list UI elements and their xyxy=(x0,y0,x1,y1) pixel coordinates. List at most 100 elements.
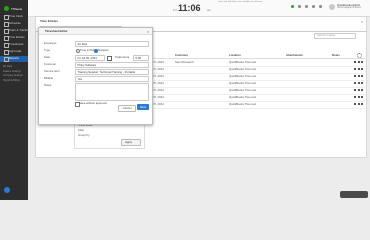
topbar: Jobs and Job Notes are available for all… xyxy=(28,0,370,17)
logo-icon xyxy=(4,6,9,11)
cancel-label: Cancel xyxy=(122,106,132,110)
column-header-attachments[interactable]: Attachments xyxy=(286,53,303,57)
sidebar-item-label: Timesheets xyxy=(9,42,24,47)
employee-label: Employee xyxy=(44,41,57,45)
edit-icon[interactable] xyxy=(354,96,356,99)
floating-toolbar[interactable] xyxy=(340,191,368,198)
table-row[interactable] xyxy=(141,88,351,93)
employee-select[interactable]: Ari Rod xyxy=(75,41,149,47)
save-button[interactable]: Save xyxy=(137,104,149,110)
sidebar-item-time-entries[interactable]: Time Entries xyxy=(0,35,28,41)
billable-select[interactable]: Yes xyxy=(75,76,149,82)
customer-value: Pinky Software xyxy=(77,62,97,67)
type-label: Type xyxy=(44,48,51,52)
delete-icon[interactable] xyxy=(357,75,360,78)
apply-button[interactable]: Apply xyxy=(121,139,141,146)
gear-icon[interactable] xyxy=(357,52,362,58)
notes-textarea[interactable] xyxy=(75,83,149,101)
date-value: Fri Jul 05, 2024 xyxy=(77,55,97,60)
delete-icon[interactable] xyxy=(357,82,360,85)
help-icon[interactable] xyxy=(305,5,308,8)
sidebar-item-team-tracking[interactable]: Team & Tracking xyxy=(0,28,30,34)
employee-value: Ari Rod xyxy=(77,41,87,46)
sidebar-item-label: Team & Tracking xyxy=(9,28,30,33)
sidebar-item-approvals[interactable]: Approvals xyxy=(0,49,28,55)
sidebar-subitem-payroll-billing[interactable]: Payroll & Billing xyxy=(3,79,20,83)
bell-icon[interactable] xyxy=(298,5,301,8)
more-icon[interactable] xyxy=(361,82,363,85)
edit-icon[interactable] xyxy=(354,89,356,92)
edit-icon[interactable] xyxy=(354,68,356,71)
table-row[interactable] xyxy=(141,102,351,107)
service-item-select[interactable]: Training Session: Technical Training - P… xyxy=(75,69,149,75)
sidebar-item-label: Approvals xyxy=(9,49,22,54)
table-row[interactable] xyxy=(141,67,351,72)
sidebar-subitem-feature-settings[interactable]: Feature Settings xyxy=(3,70,21,74)
delete-icon[interactable] xyxy=(357,103,360,106)
status-icon[interactable] xyxy=(291,5,294,8)
settings-icon[interactable] xyxy=(319,5,322,8)
sidebar-subitem-my-data[interactable]: My Data xyxy=(3,65,12,69)
brand[interactable]: TSheets xyxy=(2,6,26,12)
window-title: Time Entries xyxy=(40,19,58,23)
close-icon[interactable]: × xyxy=(361,19,363,24)
save-label: Save xyxy=(139,105,147,109)
table-row[interactable] xyxy=(141,81,351,86)
more-icon[interactable] xyxy=(361,61,363,64)
row-actions xyxy=(354,103,366,106)
table-row[interactable] xyxy=(141,60,351,65)
customer-select[interactable]: Pinky Software xyxy=(75,62,149,68)
grid-icon[interactable] xyxy=(312,5,315,8)
total-hours-label: Total Hours xyxy=(115,55,130,59)
help-button[interactable] xyxy=(4,187,10,193)
column-header-customer[interactable]: Customer xyxy=(175,53,188,57)
calendar-icon[interactable] xyxy=(107,56,112,61)
total-hours-input[interactable]: 0:00 xyxy=(133,55,149,61)
close-icon[interactable]: × xyxy=(147,29,149,34)
check-icon xyxy=(4,50,9,55)
delete-icon[interactable] xyxy=(357,96,360,99)
filter-panel-item[interactable]: Filter xyxy=(78,128,84,132)
list-icon xyxy=(4,36,9,41)
cancel-button[interactable]: Cancel xyxy=(118,105,136,112)
sidebar-item-label: Schedule xyxy=(9,21,21,26)
service-item-value: Training Session: Technical Training - P… xyxy=(77,69,136,74)
column-header-location[interactable]: Location xyxy=(229,53,241,57)
avatar[interactable] xyxy=(329,4,335,10)
search-input[interactable]: Search entries xyxy=(314,32,356,39)
sidebar-item-time-clock[interactable]: Time Clock xyxy=(0,14,28,20)
calendar-icon xyxy=(4,22,9,27)
row-actions xyxy=(354,75,366,78)
more-icon[interactable] xyxy=(361,96,363,99)
sheet-icon xyxy=(4,43,9,48)
column-header-notes[interactable]: Notes xyxy=(332,53,340,57)
sidebar-item-schedule[interactable]: Schedule xyxy=(0,21,28,27)
dialog-title: Timesheet Editor xyxy=(45,28,68,33)
notes-label: Notes xyxy=(44,83,52,87)
sidebar-item-reports[interactable]: Reports xyxy=(0,56,28,62)
sidebar-subitem-company-settings[interactable]: Company Settings xyxy=(3,74,23,78)
table-row[interactable] xyxy=(141,95,351,100)
billable-value: Yes xyxy=(77,76,83,81)
row-actions xyxy=(354,68,366,71)
edit-icon[interactable] xyxy=(354,103,356,106)
customer-label: Customer xyxy=(44,62,57,66)
table-row[interactable] xyxy=(141,74,351,79)
more-icon[interactable] xyxy=(361,89,363,92)
more-icon[interactable] xyxy=(361,68,363,71)
timesheet-editor-dialog: Timesheet Editor × Employee Ari Rod Type… xyxy=(38,27,153,125)
apply-label: Apply xyxy=(125,140,132,144)
more-icon[interactable] xyxy=(361,103,363,106)
delete-icon[interactable] xyxy=(357,61,360,64)
more-icon[interactable] xyxy=(361,75,363,78)
edit-icon[interactable] xyxy=(354,61,356,64)
sidebar-item-timesheets[interactable]: Timesheets xyxy=(0,42,28,48)
date-input[interactable]: Fri Jul 05, 2024 xyxy=(75,55,105,61)
edit-icon[interactable] xyxy=(354,75,356,78)
filter-panel-item[interactable]: Group by xyxy=(78,133,90,137)
clock-ampm: am xyxy=(207,8,211,12)
delete-icon[interactable] xyxy=(357,68,360,71)
edit-icon[interactable] xyxy=(354,82,356,85)
billable-label: Billable xyxy=(44,76,54,80)
delete-icon[interactable] xyxy=(357,89,360,92)
